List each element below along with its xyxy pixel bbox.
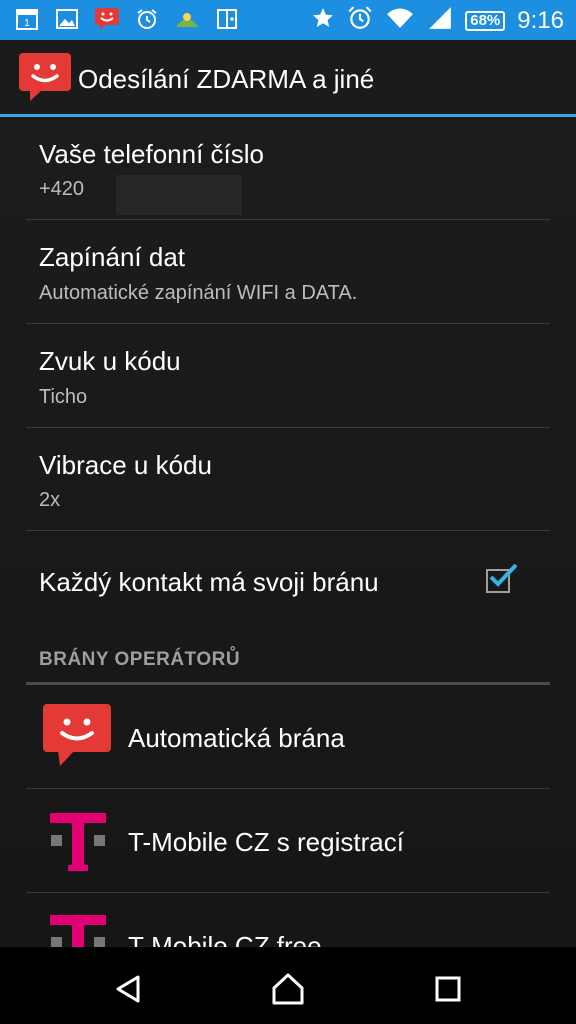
gateway-label: T-Mobile CZ s registrací: [128, 827, 404, 857]
svg-text:1: 1: [24, 18, 30, 29]
gateway-item-tmobile-free[interactable]: T-Mobile CZ free: [26, 893, 550, 947]
contact-gateway-checkbox[interactable]: [486, 563, 518, 593]
signal-icon: [427, 5, 453, 36]
star-icon: [311, 6, 335, 35]
gateway-label: T-Mobile CZ free: [128, 931, 322, 947]
setting-title: Vibrace u kódu: [39, 450, 212, 480]
back-icon[interactable]: [108, 969, 148, 1009]
app-notification-icon: [94, 6, 120, 32]
status-bar: 1 68% 9:16: [0, 0, 576, 40]
settings-list: Vaše telefonní číslo +420 Zapínání dat A…: [0, 117, 576, 947]
smiley-message-icon: [42, 703, 112, 772]
checkmark-icon: [489, 563, 518, 587]
home-icon[interactable]: [268, 969, 308, 1009]
setting-title: Vaše telefonní číslo: [39, 139, 264, 169]
t-mobile-logo-icon: [50, 911, 106, 947]
calendar-icon: 1: [14, 6, 40, 32]
weather-icon: [174, 6, 200, 32]
alarm-icon: [347, 5, 373, 36]
setting-title: Zapínání dat: [39, 242, 185, 272]
alarm-clock-app-icon: [134, 6, 160, 32]
gateway-item-automatic[interactable]: Automatická brána: [26, 685, 550, 789]
setting-title: Každý kontakt má svoji bránu: [39, 567, 379, 597]
book-icon: [214, 6, 240, 32]
t-mobile-logo-icon: [50, 809, 106, 880]
recents-icon[interactable]: [428, 969, 468, 1009]
phone-number-setting[interactable]: Vaše telefonní číslo +420: [26, 117, 550, 220]
code-sound-setting[interactable]: Zvuk u kódu Ticho: [26, 324, 550, 428]
setting-summary: +420: [39, 178, 85, 200]
action-bar: Odesílání ZDARMA a jiné: [0, 40, 576, 114]
clock: 9:16: [517, 6, 564, 34]
gateway-label: Automatická brána: [128, 723, 345, 753]
setting-summary: Ticho: [39, 386, 88, 408]
wifi-icon: [385, 5, 415, 36]
code-vibration-setting[interactable]: Vibrace u kódu 2x: [26, 428, 550, 531]
contact-gateway-setting[interactable]: Každý kontakt má svoji bránu: [26, 531, 550, 631]
gateway-item-tmobile-registration[interactable]: T-Mobile CZ s registrací: [26, 789, 550, 893]
redacted-number: [116, 175, 242, 215]
setting-title: Zvuk u kódu: [39, 346, 181, 376]
navigation-bar: [0, 947, 576, 1024]
page-title: Odesílání ZDARMA a jiné: [78, 64, 375, 94]
gallery-icon: [54, 6, 80, 32]
setting-summary: Automatické zapínání WIFI a DATA.: [39, 282, 358, 304]
app-logo-icon[interactable]: [18, 52, 72, 107]
section-header: BRÁNY OPERÁTORŮ: [39, 649, 241, 670]
battery-indicator: 68%: [465, 10, 506, 31]
data-toggle-setting[interactable]: Zapínání dat Automatické zapínání WIFI a…: [26, 220, 550, 324]
setting-summary: 2x: [39, 489, 61, 511]
